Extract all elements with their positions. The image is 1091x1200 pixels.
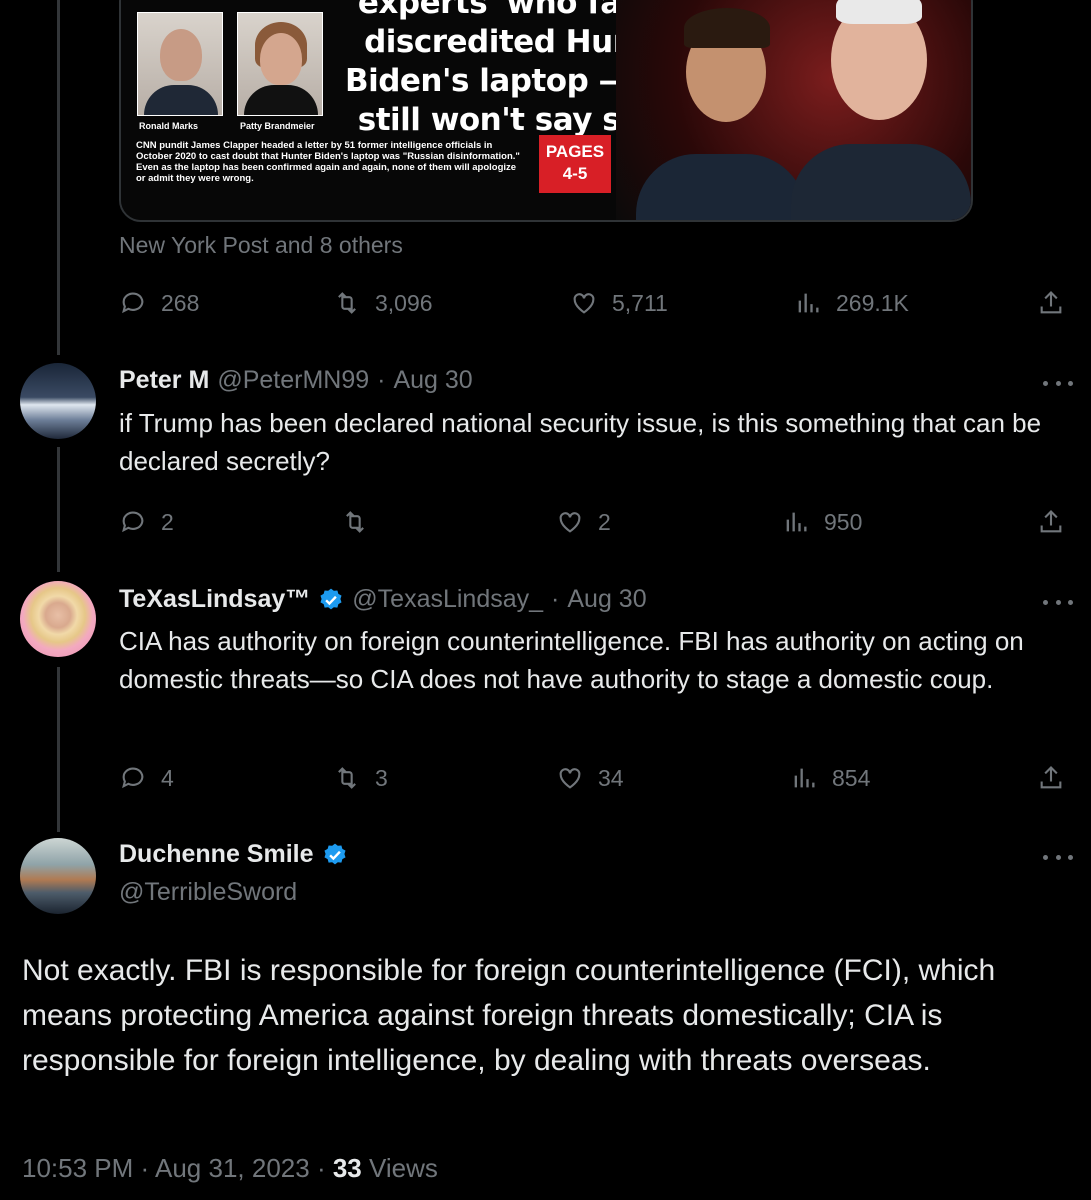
like-count: 5,711	[612, 289, 668, 316]
photo-patty-brandmeier	[237, 12, 323, 116]
separator: ·	[316, 1153, 326, 1183]
repost-icon	[338, 767, 356, 789]
card-source[interactable]: New York Post and 8 others	[119, 232, 403, 259]
reply-icon	[122, 292, 144, 314]
avatar[interactable]	[20, 581, 96, 657]
repost-icon	[346, 511, 364, 533]
photo-ronald-marks	[137, 12, 223, 116]
views-icon	[798, 293, 819, 313]
reply-icon	[122, 767, 144, 789]
post-meta: 10:53 PM · Aug 31, 2023 · 33 Views	[22, 1153, 438, 1184]
avatar[interactable]	[20, 363, 96, 439]
photo-caption: Ronald Marks	[139, 121, 199, 131]
share-icon	[1040, 291, 1062, 314]
more-icon[interactable]	[1043, 381, 1073, 386]
avatar[interactable]	[20, 838, 96, 914]
post-time[interactable]: 10:53 PM	[22, 1153, 133, 1183]
views-count: 33	[332, 1153, 362, 1183]
repost-button[interactable]: 3,096	[333, 283, 433, 323]
views-icon	[786, 512, 807, 532]
thread-line	[57, 0, 60, 355]
reply-header: Peter M @PeterMN99 · Aug 30	[119, 366, 473, 395]
photo-bidens	[616, 0, 971, 220]
post-text: Not exactly. FBI is responsible for fore…	[22, 954, 996, 1077]
like-icon	[559, 512, 581, 533]
author-name-row: Duchenne Smile	[119, 840, 348, 869]
like-count: 2	[598, 508, 611, 535]
repost-count: 3	[375, 764, 388, 791]
repost-button[interactable]: 3	[333, 758, 388, 798]
author-name[interactable]: Peter M	[119, 366, 209, 395]
like-button[interactable]: 5,711	[570, 283, 668, 323]
post-date[interactable]: Aug 30	[393, 366, 472, 395]
reply-count: 4	[161, 764, 174, 791]
reply-text: CIA has authority on foreign counterinte…	[119, 626, 1024, 694]
share-button[interactable]	[1037, 502, 1065, 542]
views-icon	[794, 768, 815, 788]
separator: ·	[551, 585, 560, 613]
separator: ·	[140, 1153, 150, 1183]
views-count: 854	[832, 764, 871, 791]
repost-icon	[338, 292, 356, 314]
reply-button[interactable]: 2	[119, 502, 174, 542]
views-count: 269.1K	[836, 289, 909, 316]
author-name[interactable]: TeXasLindsay™	[119, 585, 310, 614]
more-icon[interactable]	[1043, 855, 1073, 860]
like-button[interactable]: 2	[556, 502, 611, 542]
like-icon	[559, 768, 581, 789]
reply-button[interactable]: 268	[119, 283, 199, 323]
author-handle[interactable]: @PeterMN99	[217, 366, 369, 395]
views-count: 950	[824, 508, 863, 535]
reply-text: if Trump has been declared national secu…	[119, 408, 1042, 476]
pages-value: 4-5	[562, 164, 588, 183]
author-name[interactable]: Duchenne Smile	[119, 840, 314, 869]
reply-count: 268	[161, 289, 200, 316]
news-body: CNN pundit James Clapper headed a letter…	[136, 140, 520, 184]
main-post-actions: 268 3,096 5,711 269.1K	[119, 283, 1071, 323]
views-button[interactable]: 269.1K	[794, 283, 909, 323]
like-button[interactable]: 34	[556, 758, 624, 798]
like-icon	[573, 293, 595, 314]
pages-badge: PAGES 4-5	[539, 135, 611, 193]
post-date[interactable]: Aug 30	[567, 585, 646, 614]
separator: ·	[377, 366, 386, 394]
share-icon	[1040, 766, 1062, 789]
verified-icon	[323, 843, 346, 864]
reply-actions: 2 2 950	[119, 502, 1071, 542]
share-button[interactable]	[1037, 283, 1065, 323]
thread-line	[57, 447, 60, 572]
photo-caption: Patty Brandmeier	[240, 121, 315, 131]
repost-button[interactable]	[341, 502, 383, 542]
author-handle[interactable]: @TexasLindsay_	[352, 585, 543, 614]
more-icon[interactable]	[1043, 600, 1073, 605]
views-label: Views	[369, 1153, 438, 1183]
author-handle-row: @TerribleSword	[119, 878, 297, 907]
repost-count: 3,096	[375, 289, 433, 316]
author-handle[interactable]: @TerribleSword	[119, 878, 297, 907]
pages-label: PAGES	[545, 142, 605, 161]
verified-icon	[320, 588, 342, 609]
share-icon	[1040, 510, 1062, 533]
like-count: 34	[598, 764, 624, 791]
thread-line	[57, 667, 60, 832]
reply-count: 2	[161, 508, 174, 535]
news-card-image[interactable]: Ronald Marks Patty Brandmeier 'experts' …	[119, 0, 973, 222]
views-button[interactable]: 854	[790, 758, 870, 798]
views-button[interactable]: 950	[782, 502, 862, 542]
reply-button[interactable]: 4	[119, 758, 174, 798]
share-button[interactable]	[1037, 758, 1065, 798]
reply-header: TeXasLindsay™ @TexasLindsay_ · Aug 30	[119, 585, 647, 614]
reply-icon	[122, 511, 144, 533]
post-date[interactable]: Aug 31, 2023	[155, 1153, 310, 1183]
reply-actions: 4 3 34 854	[119, 758, 1071, 798]
